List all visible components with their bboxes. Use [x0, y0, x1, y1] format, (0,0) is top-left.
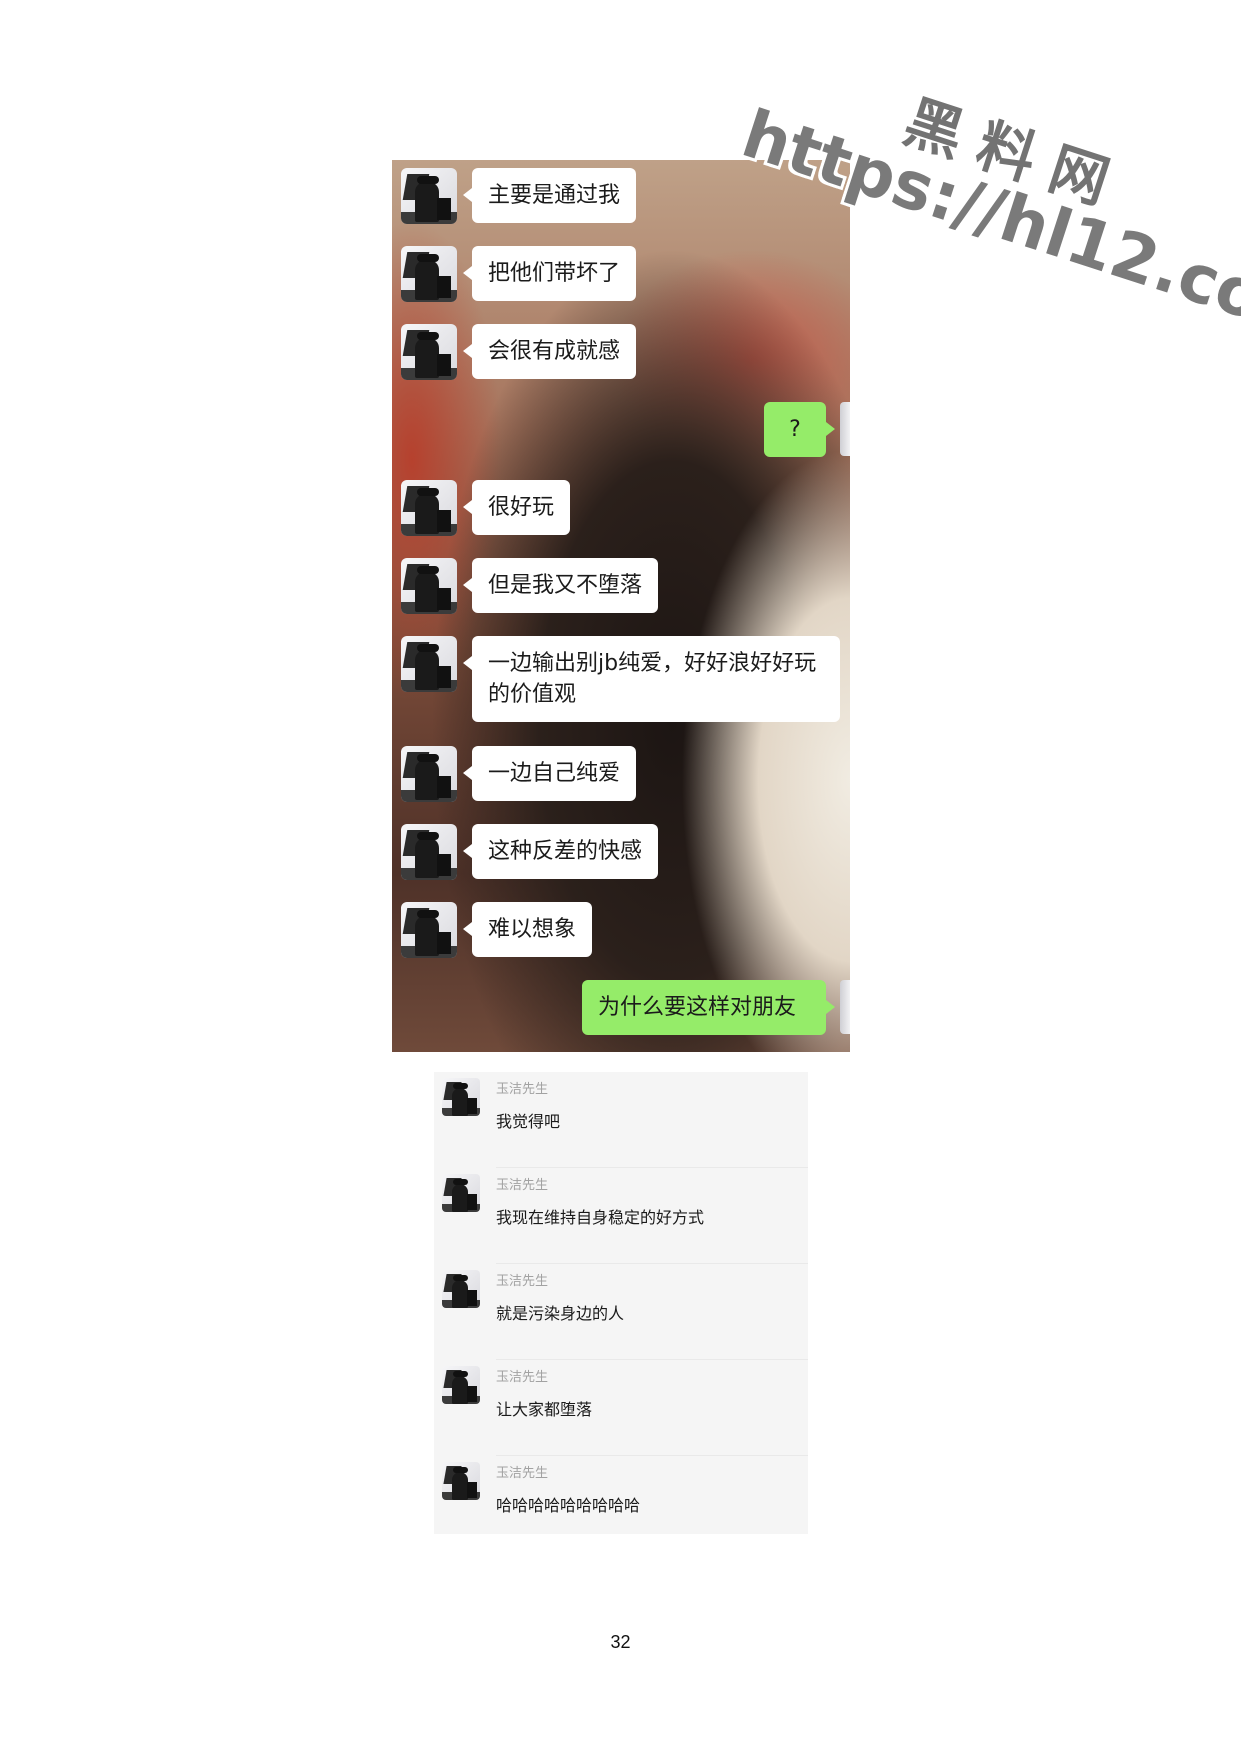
chat-row: 玉洁先生 就是污染身边的人	[434, 1264, 808, 1360]
chat-row: 玉洁先生 我觉得吧	[434, 1072, 808, 1168]
contact-avatar[interactable]	[401, 636, 457, 692]
outgoing-message[interactable]: ?	[764, 402, 835, 457]
chat-screenshot-top: 主要是通过我 把他们带坏了 会很有成就感 ? 很好玩 但是我又不堕落 一边输出别…	[392, 160, 850, 1052]
contact-avatar[interactable]	[401, 824, 457, 880]
page-number: 32	[610, 1632, 631, 1652]
watermark-site-name: 黑料网	[896, 87, 1135, 223]
sender-name: 玉洁先生	[496, 1370, 549, 1385]
sender-name: 玉洁先生	[496, 1082, 549, 1097]
chat-screenshot-bottom: 玉洁先生 我觉得吧 玉洁先生 我现在维持自身稳定的好方式 玉洁先生 就是污染身边…	[434, 1072, 808, 1534]
message-text[interactable]: 哈哈哈哈哈哈哈哈哈	[496, 1492, 640, 1516]
chat-row: 玉洁先生 让大家都堕落	[434, 1360, 808, 1456]
message-text[interactable]: 我觉得吧	[496, 1108, 560, 1132]
incoming-message[interactable]: 主要是通过我	[462, 168, 637, 223]
contact-avatar[interactable]	[401, 558, 457, 614]
sender-name: 玉洁先生	[496, 1274, 549, 1289]
incoming-message[interactable]: 一边输出别jb纯爱，好好浪好好玩的价值观	[463, 636, 840, 722]
incoming-message[interactable]: 但是我又不堕落	[462, 558, 659, 613]
my-avatar[interactable]	[840, 980, 850, 1034]
incoming-message[interactable]: 很好玩	[462, 480, 571, 535]
incoming-message[interactable]: 难以想象	[462, 902, 593, 957]
sender-avatar[interactable]	[442, 1366, 480, 1404]
contact-avatar[interactable]	[401, 902, 457, 958]
my-avatar[interactable]	[840, 402, 850, 456]
contact-avatar[interactable]	[401, 168, 457, 224]
sender-avatar[interactable]	[442, 1078, 480, 1116]
chat-row: 玉洁先生 哈哈哈哈哈哈哈哈哈	[434, 1456, 808, 1552]
sender-name: 玉洁先生	[496, 1466, 549, 1481]
contact-avatar[interactable]	[401, 324, 457, 380]
contact-avatar[interactable]	[401, 480, 457, 536]
message-text[interactable]: 就是污染身边的人	[496, 1300, 624, 1324]
outgoing-message[interactable]: 为什么要这样对朋友	[582, 980, 835, 1035]
sender-avatar[interactable]	[442, 1174, 480, 1212]
chat-row: 玉洁先生 我现在维持自身稳定的好方式	[434, 1168, 808, 1264]
sender-avatar[interactable]	[442, 1462, 480, 1500]
sender-avatar[interactable]	[442, 1270, 480, 1308]
incoming-message[interactable]: 一边自己纯爱	[462, 746, 637, 801]
contact-avatar[interactable]	[401, 746, 457, 802]
message-text[interactable]: 让大家都堕落	[496, 1396, 592, 1420]
sender-name: 玉洁先生	[496, 1178, 549, 1193]
incoming-message[interactable]: 这种反差的快感	[462, 824, 659, 879]
incoming-message[interactable]: 会很有成就感	[462, 324, 637, 379]
incoming-message[interactable]: 把他们带坏了	[462, 246, 637, 301]
message-text[interactable]: 我现在维持自身稳定的好方式	[496, 1204, 704, 1228]
contact-avatar[interactable]	[401, 246, 457, 302]
